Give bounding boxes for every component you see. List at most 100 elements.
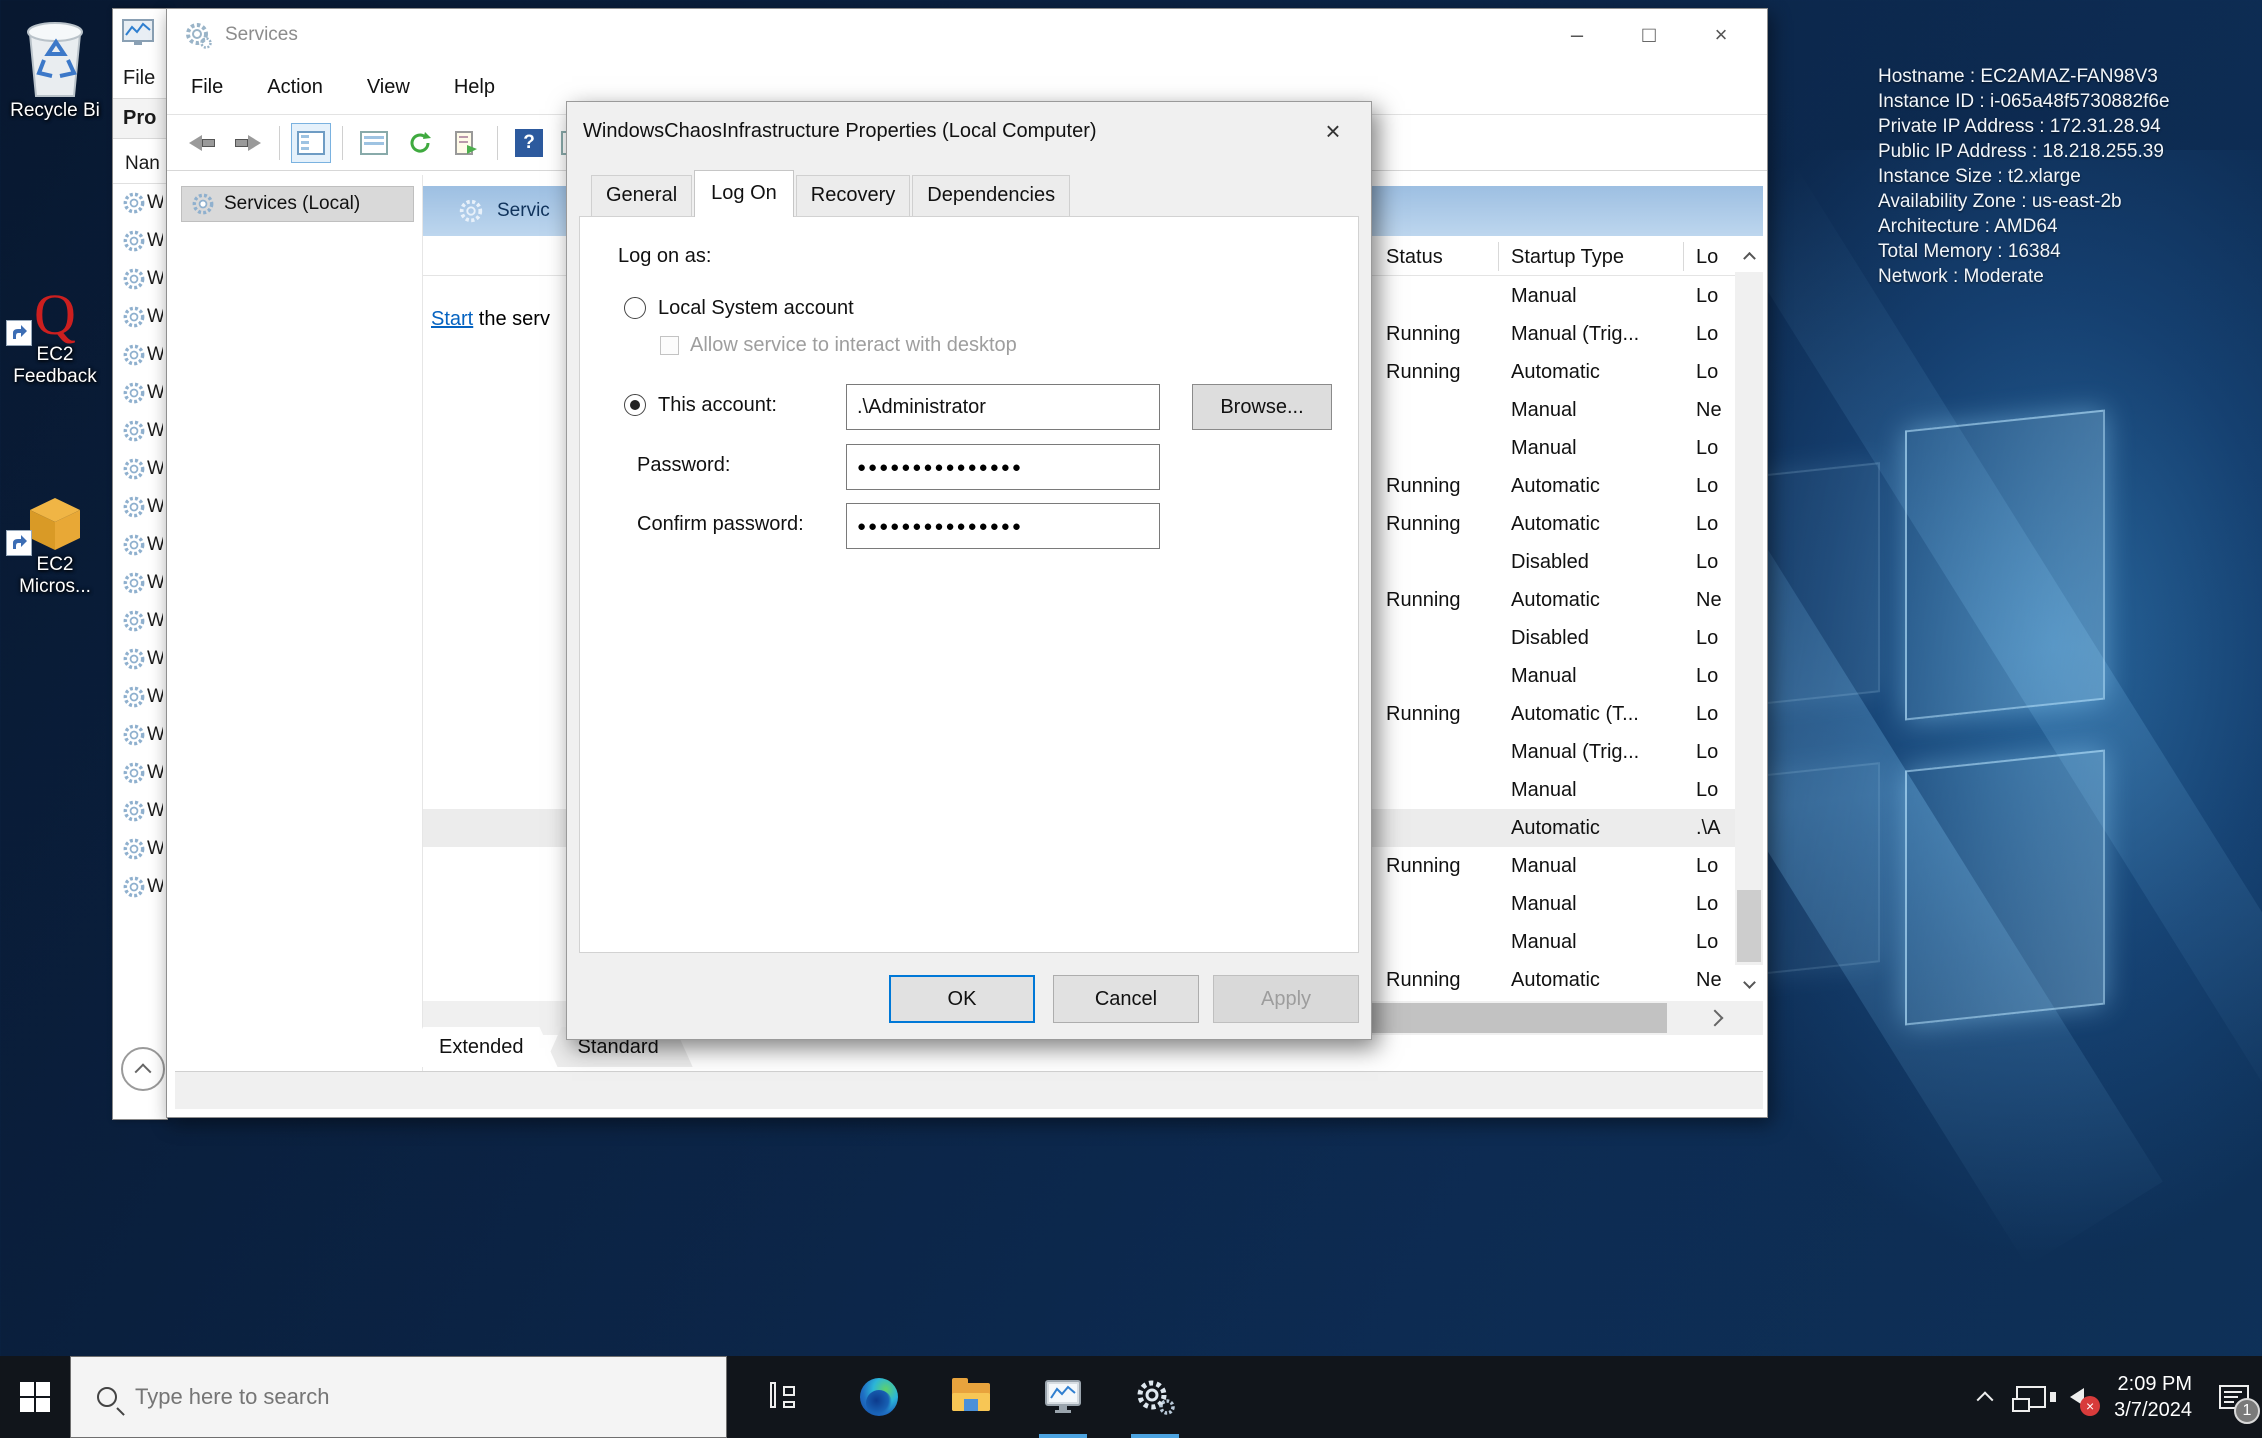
tab-dependencies[interactable]: Dependencies	[912, 175, 1070, 216]
services-taskbar-button[interactable]	[1123, 1356, 1187, 1438]
menu-item-file[interactable]: File	[167, 76, 245, 99]
service-startup: Manual	[1511, 657, 1689, 695]
service-startup: Automatic	[1511, 505, 1689, 543]
apply-button[interactable]: Apply	[1213, 975, 1359, 1023]
edge-button[interactable]	[847, 1356, 911, 1438]
cancel-button[interactable]: Cancel	[1053, 975, 1199, 1023]
column-header-status[interactable]: Status	[1386, 238, 1501, 276]
background-service-row: W	[113, 792, 167, 830]
tree-item-label: Services (Local)	[224, 193, 360, 215]
aws-cube-icon	[0, 468, 110, 554]
system-info-line: Instance Size : t2.xlarge	[1878, 164, 2170, 189]
network-status-button[interactable]	[2008, 1356, 2054, 1438]
services-titlebar[interactable]: Services – □ ×	[167, 9, 1767, 61]
this-account-label: This account:	[658, 394, 777, 417]
action-center-button[interactable]: 1	[2206, 1356, 2262, 1438]
desktop-icon-label: EC2	[0, 554, 110, 576]
show-hidden-icons-button[interactable]	[1962, 1356, 2008, 1438]
dialog-title: WindowsChaosInfrastructure Properties (L…	[583, 120, 1097, 143]
background-service-row: W	[113, 488, 167, 526]
search-input[interactable]	[135, 1384, 655, 1410]
network-icon	[2016, 1386, 2046, 1408]
volume-button[interactable]: ×	[2054, 1356, 2100, 1438]
back-button[interactable]	[182, 123, 222, 163]
clock[interactable]: 2:09 PM 3/7/2024	[2114, 1371, 2192, 1423]
browse-button[interactable]: Browse...	[1192, 384, 1332, 430]
service-logon: Lo	[1696, 923, 1735, 961]
interact-desktop-checkbox[interactable]	[660, 336, 679, 355]
tab-log-on[interactable]: Log On	[694, 170, 794, 217]
dialog-titlebar[interactable]: WindowsChaosInfrastructure Properties (L…	[567, 102, 1371, 160]
taskbar-search[interactable]	[70, 1356, 727, 1438]
service-startup: Manual	[1511, 771, 1689, 809]
start-button[interactable]	[0, 1356, 70, 1438]
column-header-startup-type[interactable]: Startup Type	[1511, 238, 1689, 276]
file-explorer-button[interactable]	[939, 1356, 1003, 1438]
maximize-button[interactable]: □	[1613, 9, 1685, 61]
column-separator[interactable]	[1683, 242, 1684, 271]
collapse-button[interactable]	[121, 1047, 165, 1091]
menu-item-view[interactable]: View	[345, 76, 432, 99]
service-startup: Automatic (T...	[1511, 695, 1689, 733]
background-service-row: W	[113, 336, 167, 374]
confirm-password-input[interactable]: ●●●●●●●●●●●●●●●	[846, 503, 1160, 549]
task-view-button[interactable]	[755, 1356, 819, 1438]
this-account-radio[interactable]	[624, 394, 646, 416]
scroll-right-button[interactable]	[1695, 1001, 1735, 1035]
service-startup: Automatic	[1511, 581, 1689, 619]
tab-recovery[interactable]: Recovery	[796, 175, 910, 216]
clock-time: 2:09 PM	[2114, 1371, 2192, 1397]
tree-item-services-local[interactable]: Services (Local)	[181, 186, 414, 222]
service-logon: Lo	[1696, 885, 1735, 923]
chevron-up-icon	[135, 1063, 152, 1080]
close-button[interactable]: ×	[1685, 9, 1757, 61]
background-menu-file[interactable]: File	[113, 57, 167, 98]
account-input[interactable]: .\Administrator	[846, 384, 1160, 430]
show-console-tree-button[interactable]	[291, 123, 331, 163]
minimize-button[interactable]: –	[1541, 9, 1613, 61]
log-on-as-label: Log on as:	[618, 245, 711, 268]
confirm-password-label: Confirm password:	[637, 513, 804, 536]
desktop-icon-recycle-bin[interactable]: Recycle Bi	[0, 14, 110, 122]
mute-x-icon: ×	[2080, 1396, 2100, 1416]
service-status: Running	[1386, 961, 1501, 999]
vertical-scrollbar[interactable]	[1735, 238, 1763, 999]
scroll-up-button[interactable]	[1735, 238, 1763, 272]
edge-icon	[860, 1378, 898, 1416]
service-logon: Lo	[1696, 657, 1735, 695]
services-gear-icon	[1134, 1378, 1176, 1416]
background-service-row: W	[113, 716, 167, 754]
dialog-close-button[interactable]: ×	[1301, 108, 1365, 154]
background-window: File Pro Nan WWWWWWWWWWWWWWWWWWW	[112, 8, 168, 1120]
properties-button[interactable]	[354, 123, 394, 163]
scroll-down-button[interactable]	[1735, 965, 1763, 999]
menu-item-help[interactable]: Help	[432, 76, 517, 99]
background-column-header[interactable]: Nan	[113, 139, 167, 184]
scrollbar-thumb[interactable]	[1737, 890, 1761, 962]
menu-item-action[interactable]: Action	[245, 76, 345, 99]
desktop-icon-ec2-microsoft[interactable]: EC2 Micros...	[0, 468, 110, 598]
view-tab-extended[interactable]: Extended	[405, 1027, 558, 1067]
ok-button[interactable]: OK	[889, 975, 1035, 1023]
performance-monitor-button[interactable]	[1031, 1356, 1095, 1438]
service-startup: Disabled	[1511, 543, 1689, 581]
column-separator[interactable]	[1498, 242, 1499, 271]
refresh-button[interactable]	[400, 123, 440, 163]
system-info-line: Public IP Address : 18.218.255.39	[1878, 139, 2170, 164]
background-service-row: W	[113, 564, 167, 602]
forward-button[interactable]	[228, 123, 268, 163]
performance-monitor-icon	[1043, 1379, 1083, 1415]
service-status: Running	[1386, 353, 1501, 391]
help-button[interactable]: ?	[509, 123, 549, 163]
export-list-button[interactable]	[446, 123, 486, 163]
password-input[interactable]: ●●●●●●●●●●●●●●●	[846, 444, 1160, 490]
desktop-icon-ec2-feedback[interactable]: Q EC2 Feedback	[0, 258, 110, 388]
service-startup: Manual	[1511, 277, 1689, 315]
service-startup: Manual	[1511, 885, 1689, 923]
background-service-row: W	[113, 640, 167, 678]
local-system-radio[interactable]	[624, 297, 646, 319]
tab-general[interactable]: General	[591, 175, 692, 216]
service-logon: Lo	[1696, 505, 1735, 543]
service-logon: Lo	[1696, 429, 1735, 467]
background-service-row: W	[113, 830, 167, 868]
